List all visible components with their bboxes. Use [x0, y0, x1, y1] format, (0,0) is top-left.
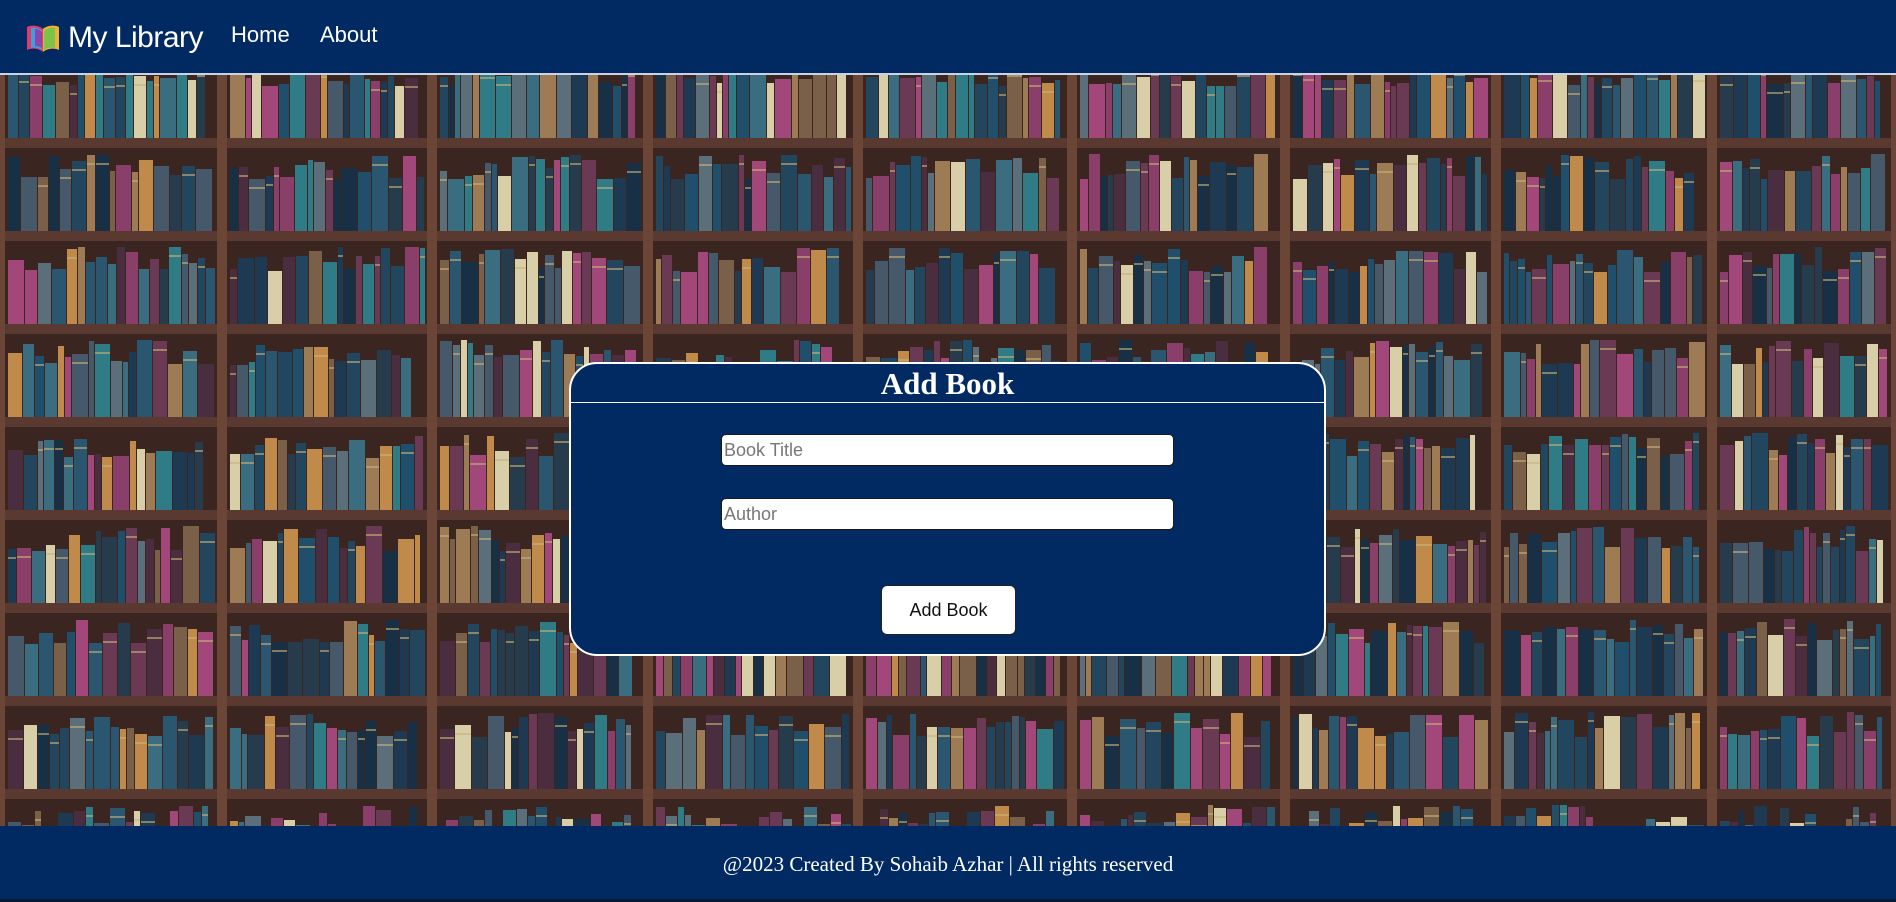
brand-name: My Library [68, 21, 204, 54]
brand-link[interactable]: My Library [26, 18, 204, 58]
nav-link-home[interactable]: Home [231, 22, 290, 48]
books-icon [27, 25, 59, 52]
card-title: Add Book [571, 364, 1324, 403]
footer: @2023 Created By Sohaib Azhar | All righ… [0, 826, 1896, 899]
add-book-button[interactable]: Add Book [881, 585, 1016, 635]
add-book-card: Add Book Add Book [569, 362, 1326, 656]
nav-link-about[interactable]: About [320, 22, 378, 48]
author-input[interactable] [721, 498, 1174, 530]
navbar: My Library Home About [0, 0, 1896, 75]
footer-text: @2023 Created By Sohaib Azhar | All righ… [722, 852, 1174, 876]
book-title-input[interactable] [721, 434, 1174, 466]
